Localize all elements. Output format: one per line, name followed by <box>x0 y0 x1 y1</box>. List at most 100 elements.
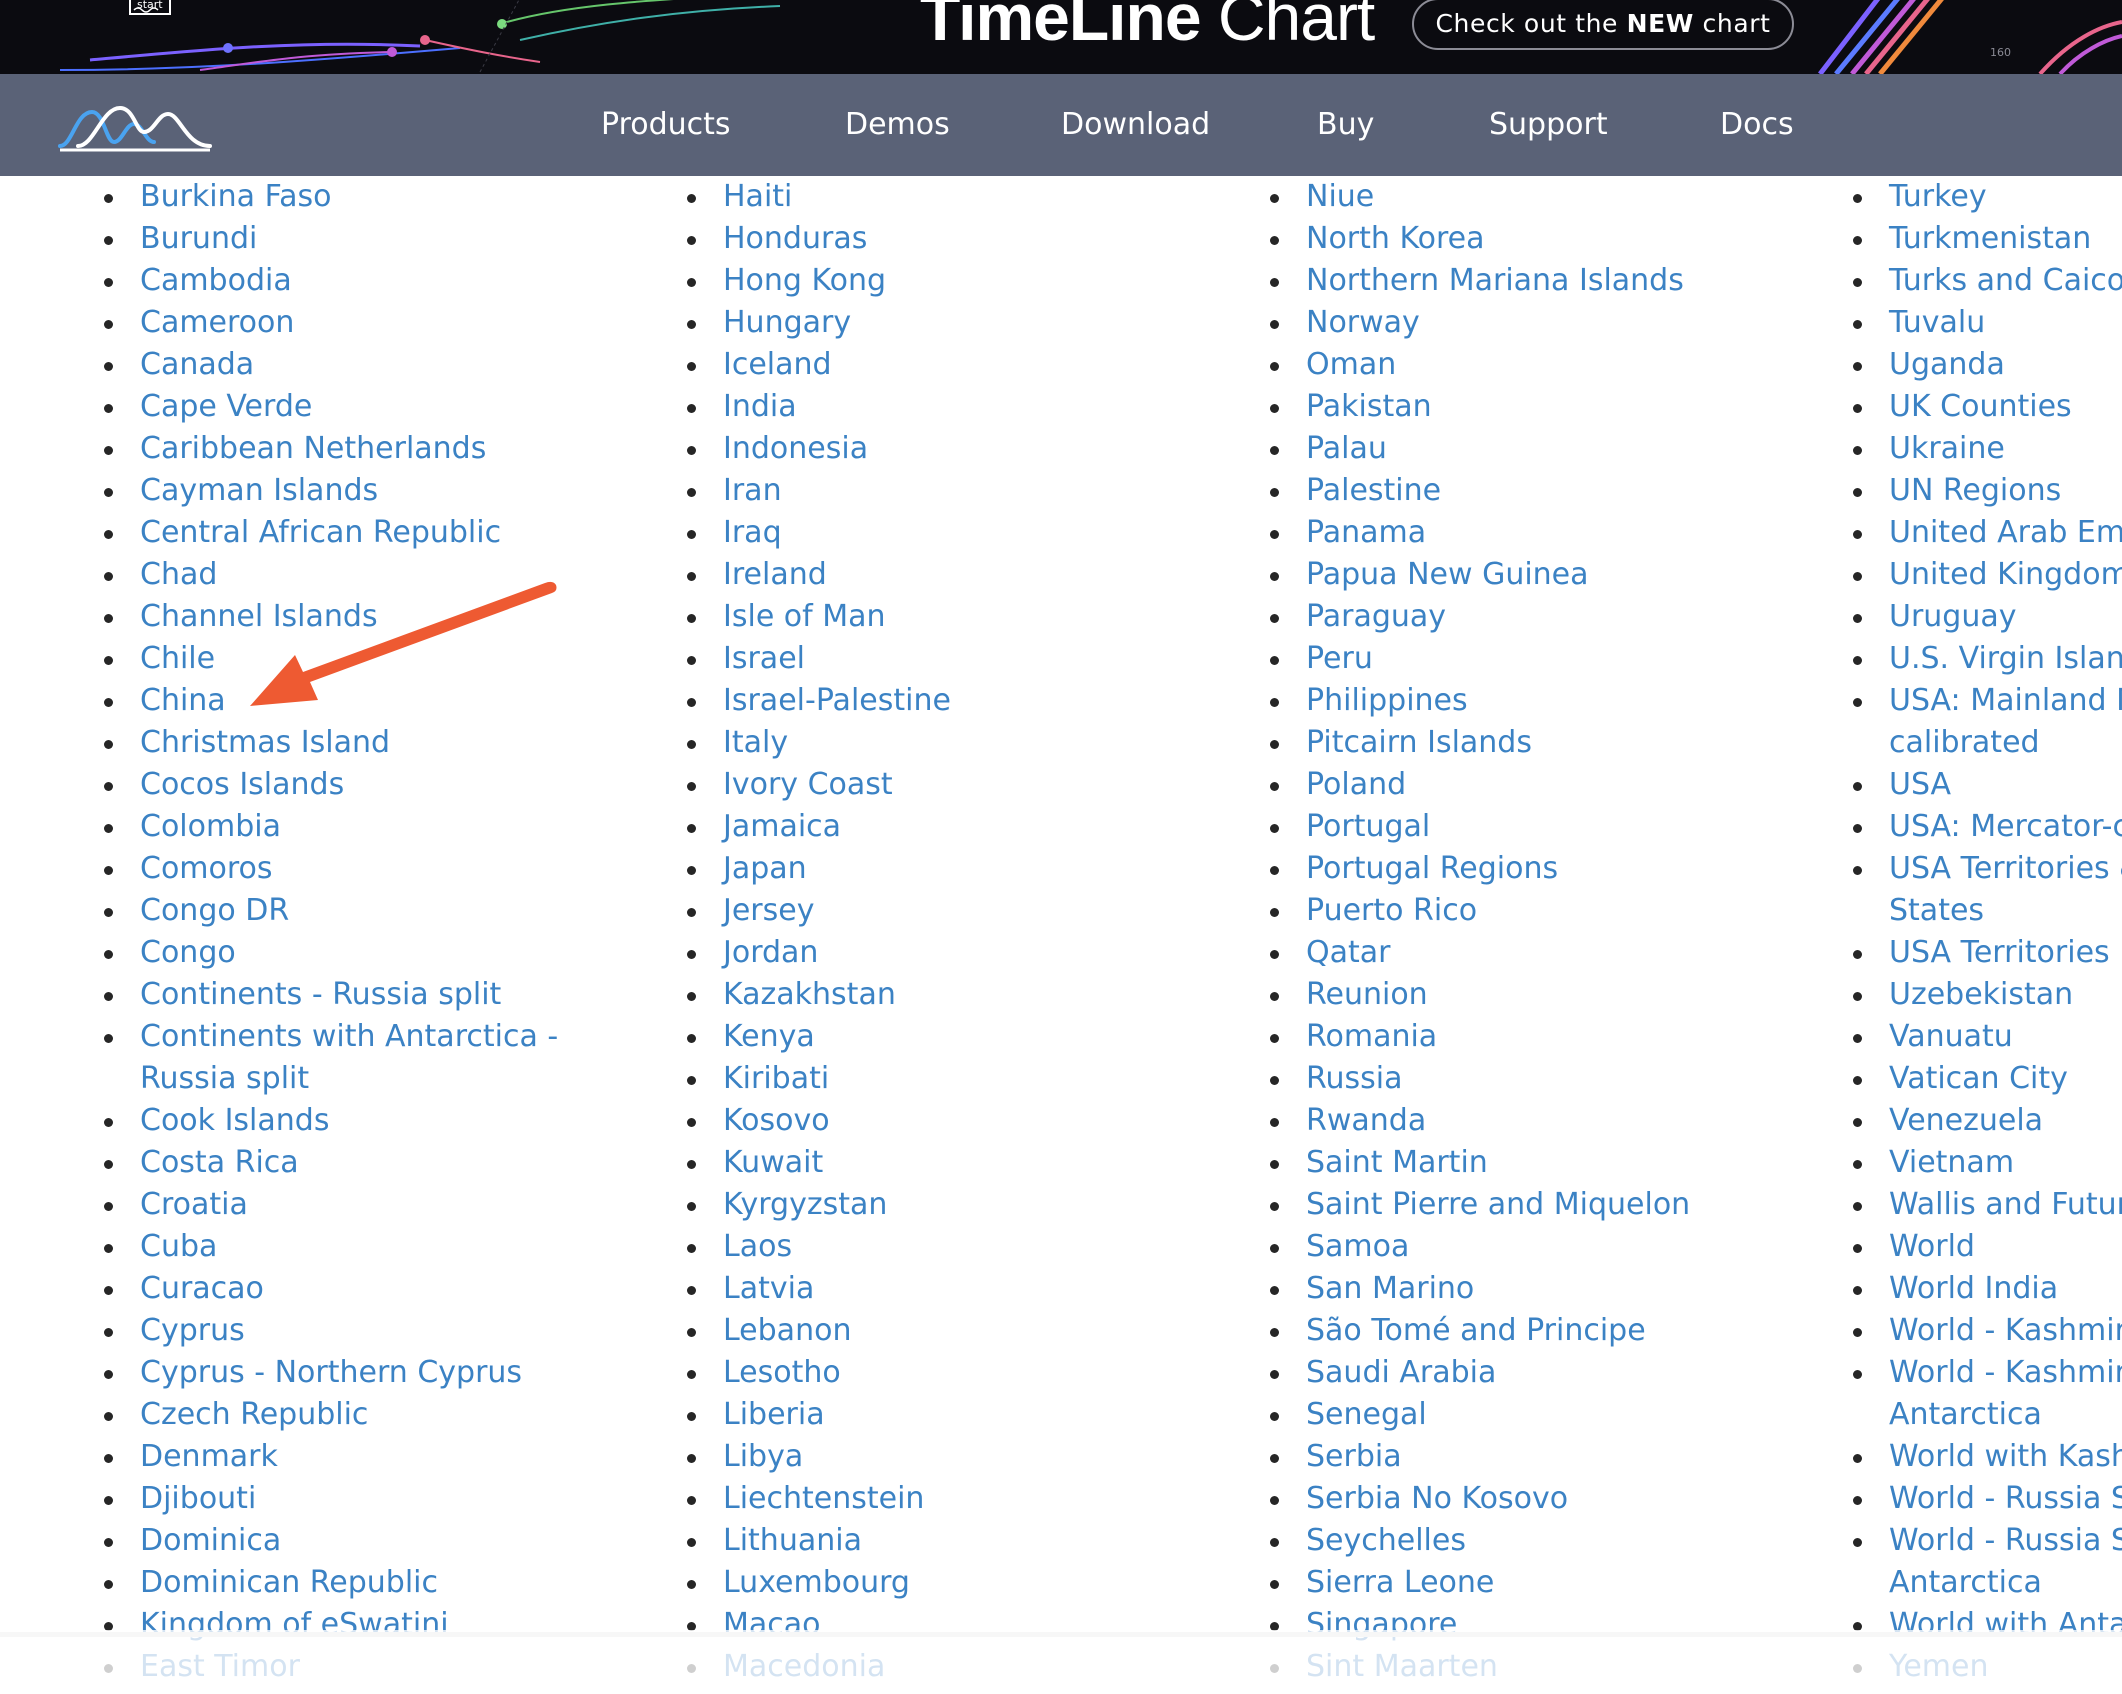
country-link[interactable]: Senegal <box>1270 1394 1690 1436</box>
country-link[interactable]: San Marino <box>1270 1268 1690 1310</box>
country-link[interactable]: Cayman Islands <box>104 470 558 512</box>
country-link[interactable]: Burkina Faso <box>104 176 558 218</box>
country-link[interactable]: Cocos Islands <box>104 764 558 806</box>
country-link[interactable]: Chile <box>104 638 558 680</box>
country-link[interactable]: Portugal <box>1270 806 1690 848</box>
country-link[interactable]: Liberia <box>687 1394 951 1436</box>
country-link[interactable]: China <box>104 680 558 722</box>
country-link[interactable]: Curacao <box>104 1268 558 1310</box>
country-link[interactable]: Burundi <box>104 218 558 260</box>
country-link[interactable]: Chad <box>104 554 558 596</box>
country-link[interactable]: Denmark <box>104 1436 558 1478</box>
country-link[interactable]: Vietnam <box>1853 1142 2122 1184</box>
country-link[interactable]: Samoa <box>1270 1226 1690 1268</box>
country-link[interactable]: Cuba <box>104 1226 558 1268</box>
country-link[interactable]: Wallis and Futuna <box>1853 1184 2122 1226</box>
nav-support[interactable]: Support <box>1489 74 1608 176</box>
check-new-chart-button[interactable]: Check out the NEW chart <box>1412 0 1794 50</box>
country-link[interactable]: World <box>1853 1226 2122 1268</box>
country-link[interactable]: India <box>687 386 951 428</box>
country-link[interactable]: Jersey <box>687 890 951 932</box>
country-link[interactable]: Cape Verde <box>104 386 558 428</box>
country-link[interactable]: Vatican City <box>1853 1058 2122 1100</box>
country-link[interactable]: Honduras <box>687 218 951 260</box>
country-link[interactable]: Indonesia <box>687 428 951 470</box>
country-link[interactable]: São Tomé and Principe <box>1270 1310 1690 1352</box>
country-link[interactable]: Cyprus <box>104 1310 558 1352</box>
country-link[interactable]: World - Kashmir 1Antarctica <box>1853 1352 2122 1436</box>
country-link[interactable]: Czech Republic <box>104 1394 558 1436</box>
country-link[interactable]: Saudi Arabia <box>1270 1352 1690 1394</box>
country-link[interactable]: Romania <box>1270 1016 1690 1058</box>
country-link[interactable]: Kuwait <box>687 1142 951 1184</box>
promo-banner[interactable]: start 160 TimeLine Chart Check out the N… <box>0 0 2122 74</box>
country-link[interactable]: Qatar <box>1270 932 1690 974</box>
country-link[interactable]: Venezuela <box>1853 1100 2122 1142</box>
country-link[interactable]: UN Regions <box>1853 470 2122 512</box>
country-link[interactable]: Ireland <box>687 554 951 596</box>
country-link[interactable]: USA <box>1853 764 2122 806</box>
country-link[interactable]: UK Counties <box>1853 386 2122 428</box>
country-link[interactable]: Libya <box>687 1436 951 1478</box>
country-link[interactable]: Japan <box>687 848 951 890</box>
country-link[interactable]: Lesotho <box>687 1352 951 1394</box>
country-link[interactable]: Portugal Regions <box>1270 848 1690 890</box>
country-link[interactable]: Panama <box>1270 512 1690 554</box>
country-link[interactable]: Kiribati <box>687 1058 951 1100</box>
country-link[interactable]: Kyrgyzstan <box>687 1184 951 1226</box>
country-link[interactable]: Serbia <box>1270 1436 1690 1478</box>
country-link[interactable]: Croatia <box>104 1184 558 1226</box>
country-link[interactable]: Palestine <box>1270 470 1690 512</box>
nav-docs[interactable]: Docs <box>1720 74 1794 176</box>
nav-demos[interactable]: Demos <box>845 74 950 176</box>
country-link[interactable]: Dominican Republic <box>104 1562 558 1604</box>
nav-buy[interactable]: Buy <box>1317 74 1374 176</box>
country-link[interactable]: Serbia No Kosovo <box>1270 1478 1690 1520</box>
country-link[interactable]: Sierra Leone <box>1270 1562 1690 1604</box>
country-link[interactable]: Hungary <box>687 302 951 344</box>
country-link[interactable]: Paraguay <box>1270 596 1690 638</box>
country-link[interactable]: Israel <box>687 638 951 680</box>
nav-download[interactable]: Download <box>1061 74 1210 176</box>
amcharts-logo-icon[interactable] <box>58 102 212 154</box>
country-link[interactable]: Turkey <box>1853 176 2122 218</box>
nav-products[interactable]: Products <box>601 74 731 176</box>
country-link[interactable]: USA Territories & States <box>1853 848 2122 932</box>
country-link[interactable]: U.S. Virgin Island <box>1853 638 2122 680</box>
country-link[interactable]: Haiti <box>687 176 951 218</box>
country-link[interactable]: World - Russia Sp <box>1853 1478 2122 1520</box>
country-link[interactable]: Philippines <box>1270 680 1690 722</box>
country-link[interactable]: Norway <box>1270 302 1690 344</box>
country-link[interactable]: Vanuatu <box>1853 1016 2122 1058</box>
country-link[interactable]: Kenya <box>687 1016 951 1058</box>
country-link[interactable]: Congo <box>104 932 558 974</box>
country-link[interactable]: Jamaica <box>687 806 951 848</box>
country-link[interactable]: Uruguay <box>1853 596 2122 638</box>
country-link[interactable]: Cyprus - Northern Cyprus <box>104 1352 558 1394</box>
country-link[interactable]: Ukraine <box>1853 428 2122 470</box>
country-link[interactable]: Peru <box>1270 638 1690 680</box>
country-link[interactable]: USA: Mainland Mcalibrated <box>1853 680 2122 764</box>
country-link[interactable]: United Arab Emir <box>1853 512 2122 554</box>
country-link[interactable]: Lebanon <box>687 1310 951 1352</box>
country-link[interactable]: Cameroon <box>104 302 558 344</box>
country-link[interactable]: Oman <box>1270 344 1690 386</box>
country-link[interactable]: Dominica <box>104 1520 558 1562</box>
country-link[interactable]: World with Kashm <box>1853 1436 2122 1478</box>
country-link[interactable]: USA Territories <box>1853 932 2122 974</box>
country-link[interactable]: Channel Islands <box>104 596 558 638</box>
country-link[interactable]: Kosovo <box>687 1100 951 1142</box>
country-link[interactable]: Comoros <box>104 848 558 890</box>
country-link[interactable]: Uganda <box>1853 344 2122 386</box>
country-link[interactable]: Papua New Guinea <box>1270 554 1690 596</box>
country-link[interactable]: United Kingdom <box>1853 554 2122 596</box>
country-link[interactable]: Palau <box>1270 428 1690 470</box>
country-link[interactable]: Turks and Caicos <box>1853 260 2122 302</box>
country-link[interactable]: Laos <box>687 1226 951 1268</box>
country-link[interactable]: Lithuania <box>687 1520 951 1562</box>
country-link[interactable]: Italy <box>687 722 951 764</box>
country-link[interactable]: Hong Kong <box>687 260 951 302</box>
country-link[interactable]: Jordan <box>687 932 951 974</box>
country-link[interactable]: Isle of Man <box>687 596 951 638</box>
country-link[interactable]: Liechtenstein <box>687 1478 951 1520</box>
